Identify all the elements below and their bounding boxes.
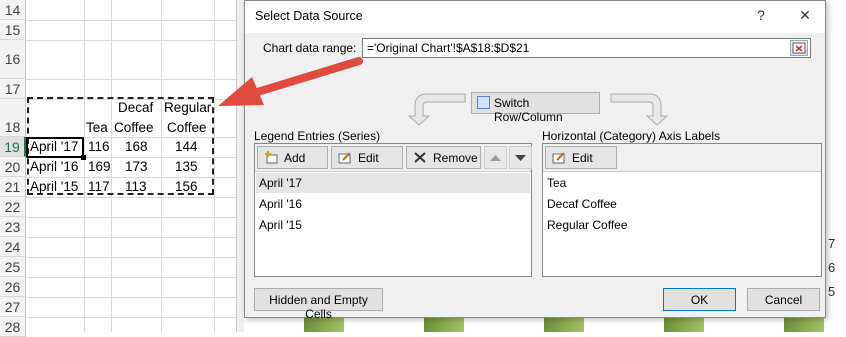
active-cell-border — [26, 137, 86, 160]
series-item[interactable]: April '16 — [256, 194, 530, 214]
edit-icon — [338, 152, 351, 164]
chart-range-input[interactable]: ='Original Chart'!$A$18:$D$21 — [362, 38, 811, 58]
row-header[interactable]: 26 — [0, 277, 26, 297]
cancel-button[interactable]: Cancel — [747, 288, 820, 311]
edit-label: Edit — [358, 151, 379, 165]
category-item[interactable]: Decaf Coffee — [544, 194, 820, 214]
legend-entries-panel: Add Edit Remove April '17 April '16 Apri… — [254, 143, 532, 277]
edit-axis-labels-button[interactable]: Edit — [545, 146, 617, 169]
add-label: Add — [284, 151, 306, 165]
remove-label: Remove — [433, 151, 478, 165]
edit-series-button[interactable]: Edit — [331, 146, 403, 169]
left-curve-arrow-icon — [407, 93, 466, 126]
row-header[interactable]: 20 — [0, 157, 26, 177]
range-picker-icon[interactable] — [790, 40, 808, 56]
close-button[interactable]: ✕ — [792, 7, 818, 27]
scroll-strip — [236, 0, 244, 332]
legend-entries-title: Legend Entries (Series) — [254, 129, 381, 143]
range-label: Chart data range: — [263, 41, 357, 55]
edit-icon — [552, 152, 565, 164]
row-header[interactable]: 25 — [0, 257, 26, 277]
row-header[interactable]: 16 — [0, 40, 26, 79]
hidden-empty-cells-button[interactable]: Hidden and Empty Cells — [254, 288, 383, 321]
ok-button[interactable]: OK — [663, 288, 736, 311]
dialog-title: Select Data Source — [255, 9, 363, 23]
red-arrow-icon — [218, 57, 363, 106]
add-series-button[interactable]: Add — [257, 146, 328, 169]
triangle-down-icon — [515, 155, 526, 161]
row-header[interactable]: 17 — [0, 79, 26, 99]
row-header[interactable]: 18 — [0, 99, 26, 137]
background-digit: 7 — [828, 236, 836, 251]
switch-label: Switch Row/Column — [494, 96, 563, 124]
axis-edit-label: Edit — [572, 151, 593, 165]
legend-toolbar: Add Edit Remove — [255, 144, 532, 172]
switch-row-column-button[interactable]: Switch Row/Column — [471, 92, 600, 124]
dialog-titlebar[interactable]: Select Data Source ? ✕ — [245, 1, 825, 33]
triangle-up-icon — [490, 155, 501, 161]
right-curve-arrow-icon — [610, 93, 669, 126]
series-item[interactable]: April '15 — [256, 215, 530, 235]
series-item[interactable]: April '17 — [256, 173, 530, 193]
row-header[interactable]: 14 — [0, 0, 26, 20]
move-down-button[interactable] — [509, 146, 532, 169]
switch-icon — [477, 96, 490, 109]
remove-series-button[interactable]: Remove — [406, 146, 481, 169]
remove-icon — [414, 152, 426, 163]
row-header[interactable]: 15 — [0, 20, 26, 40]
row-header[interactable]: 28 — [0, 317, 26, 337]
axis-labels-panel: Edit Tea Decaf Coffee Regular Coffee — [542, 143, 822, 277]
row-header[interactable]: 27 — [0, 297, 26, 317]
move-up-button[interactable] — [484, 146, 507, 169]
category-item[interactable]: Tea — [544, 173, 820, 193]
row-header[interactable]: 22 — [0, 197, 26, 217]
axis-toolbar: Edit — [543, 144, 821, 172]
help-button[interactable]: ? — [748, 7, 774, 27]
row-header[interactable]: 19 — [0, 137, 26, 157]
add-icon — [265, 151, 278, 164]
select-data-source-dialog: Select Data Source ? ✕ Chart data range:… — [244, 0, 826, 321]
category-item[interactable]: Regular Coffee — [544, 215, 820, 235]
axis-labels-title: Horizontal (Category) Axis Labels — [542, 129, 721, 143]
row-header[interactable]: 24 — [0, 237, 26, 257]
background-digit: 6 — [828, 260, 836, 275]
background-digit: 5 — [828, 284, 836, 299]
row-header[interactable]: 23 — [0, 217, 26, 237]
row-header[interactable]: 21 — [0, 177, 26, 197]
chart-range-value: ='Original Chart'!$A$18:$D$21 — [367, 41, 530, 55]
